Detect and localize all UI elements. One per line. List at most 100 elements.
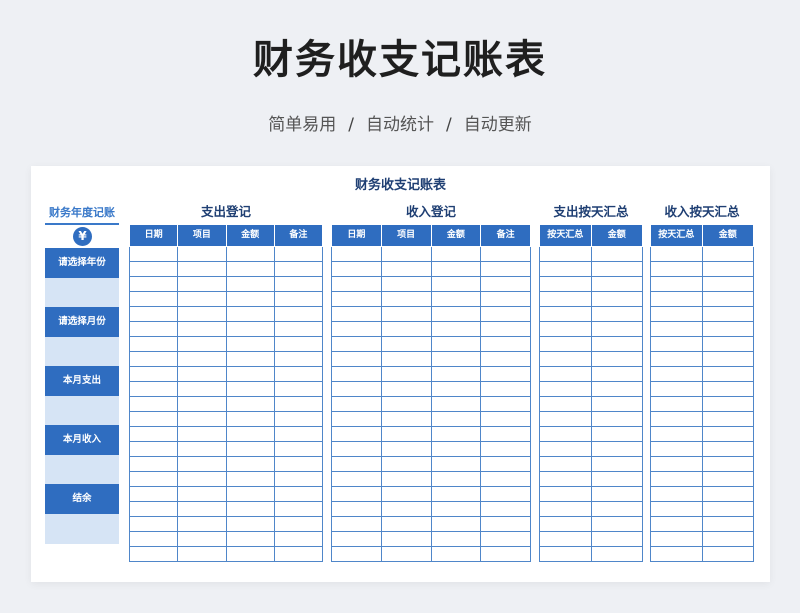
table-cell[interactable] xyxy=(480,531,531,547)
table-cell[interactable] xyxy=(590,396,643,412)
table-cell[interactable] xyxy=(273,246,324,262)
table-cell[interactable] xyxy=(177,261,227,277)
table-cell[interactable] xyxy=(650,456,703,472)
table-cell[interactable] xyxy=(701,321,754,337)
table-cell[interactable] xyxy=(590,351,643,367)
table-cell[interactable] xyxy=(380,396,432,412)
table-cell[interactable] xyxy=(701,456,754,472)
select-year-cell[interactable] xyxy=(45,278,119,307)
table-cell[interactable] xyxy=(380,381,432,397)
table-cell[interactable] xyxy=(380,471,432,487)
table-cell[interactable] xyxy=(701,276,754,292)
table-cell[interactable] xyxy=(590,516,643,532)
table-cell[interactable] xyxy=(701,426,754,442)
table-cell[interactable] xyxy=(380,306,432,322)
table-cell[interactable] xyxy=(701,261,754,277)
table-cell[interactable] xyxy=(273,381,324,397)
table-cell[interactable] xyxy=(539,366,592,382)
table-cell[interactable] xyxy=(331,486,382,502)
table-cell[interactable] xyxy=(590,336,643,352)
table-cell[interactable] xyxy=(177,366,227,382)
table-cell[interactable] xyxy=(430,306,482,322)
table-cell[interactable] xyxy=(380,246,432,262)
column-header-amount[interactable]: 金额 xyxy=(225,224,275,247)
table-cell[interactable] xyxy=(701,531,754,547)
table-cell[interactable] xyxy=(650,396,703,412)
table-cell[interactable] xyxy=(225,336,275,352)
table-cell[interactable] xyxy=(225,501,275,517)
table-cell[interactable] xyxy=(650,321,703,337)
table-cell[interactable] xyxy=(650,486,703,502)
table-cell[interactable] xyxy=(650,246,703,262)
table-cell[interactable] xyxy=(590,546,643,562)
table-cell[interactable] xyxy=(480,456,531,472)
table-cell[interactable] xyxy=(177,486,227,502)
table-cell[interactable] xyxy=(331,396,382,412)
table-cell[interactable] xyxy=(539,261,592,277)
table-cell[interactable] xyxy=(273,396,324,412)
table-cell[interactable] xyxy=(128,366,179,382)
table-cell[interactable] xyxy=(128,396,179,412)
table-cell[interactable] xyxy=(273,486,324,502)
table-cell[interactable] xyxy=(480,291,531,307)
table-cell[interactable] xyxy=(430,291,482,307)
table-cell[interactable] xyxy=(539,336,592,352)
table-cell[interactable] xyxy=(331,456,382,472)
table-cell[interactable] xyxy=(590,276,643,292)
table-cell[interactable] xyxy=(701,546,754,562)
table-cell[interactable] xyxy=(273,441,324,457)
table-cell[interactable] xyxy=(539,321,592,337)
table-cell[interactable] xyxy=(380,261,432,277)
table-cell[interactable] xyxy=(225,486,275,502)
table-cell[interactable] xyxy=(273,501,324,517)
table-cell[interactable] xyxy=(701,516,754,532)
table-cell[interactable] xyxy=(480,321,531,337)
table-cell[interactable] xyxy=(701,351,754,367)
table-cell[interactable] xyxy=(430,351,482,367)
table-cell[interactable] xyxy=(225,531,275,547)
column-header-note[interactable]: 备注 xyxy=(480,224,531,247)
table-cell[interactable] xyxy=(480,246,531,262)
table-cell[interactable] xyxy=(273,321,324,337)
table-cell[interactable] xyxy=(590,531,643,547)
table-cell[interactable] xyxy=(331,381,382,397)
table-cell[interactable] xyxy=(273,516,324,532)
table-cell[interactable] xyxy=(650,351,703,367)
table-cell[interactable] xyxy=(331,426,382,442)
table-cell[interactable] xyxy=(128,546,179,562)
table-cell[interactable] xyxy=(480,396,531,412)
table-cell[interactable] xyxy=(539,381,592,397)
table-cell[interactable] xyxy=(128,351,179,367)
table-cell[interactable] xyxy=(701,246,754,262)
table-cell[interactable] xyxy=(480,351,531,367)
table-cell[interactable] xyxy=(177,426,227,442)
table-cell[interactable] xyxy=(128,321,179,337)
table-cell[interactable] xyxy=(590,411,643,427)
table-cell[interactable] xyxy=(273,306,324,322)
table-cell[interactable] xyxy=(430,246,482,262)
table-cell[interactable] xyxy=(430,501,482,517)
table-cell[interactable] xyxy=(701,336,754,352)
column-header-daily-summary[interactable]: 按天汇总 xyxy=(650,224,703,247)
table-cell[interactable] xyxy=(331,531,382,547)
table-cell[interactable] xyxy=(590,291,643,307)
table-cell[interactable] xyxy=(273,426,324,442)
table-cell[interactable] xyxy=(331,471,382,487)
table-cell[interactable] xyxy=(128,336,179,352)
table-cell[interactable] xyxy=(539,396,592,412)
table-cell[interactable] xyxy=(430,426,482,442)
table-cell[interactable] xyxy=(128,486,179,502)
table-cell[interactable] xyxy=(225,516,275,532)
table-cell[interactable] xyxy=(590,486,643,502)
table-cell[interactable] xyxy=(225,546,275,562)
table-cell[interactable] xyxy=(590,366,643,382)
table-cell[interactable] xyxy=(177,336,227,352)
table-cell[interactable] xyxy=(380,276,432,292)
table-cell[interactable] xyxy=(273,471,324,487)
table-cell[interactable] xyxy=(331,411,382,427)
table-cell[interactable] xyxy=(650,471,703,487)
table-cell[interactable] xyxy=(331,291,382,307)
table-cell[interactable] xyxy=(590,471,643,487)
table-cell[interactable] xyxy=(225,321,275,337)
table-cell[interactable] xyxy=(539,486,592,502)
